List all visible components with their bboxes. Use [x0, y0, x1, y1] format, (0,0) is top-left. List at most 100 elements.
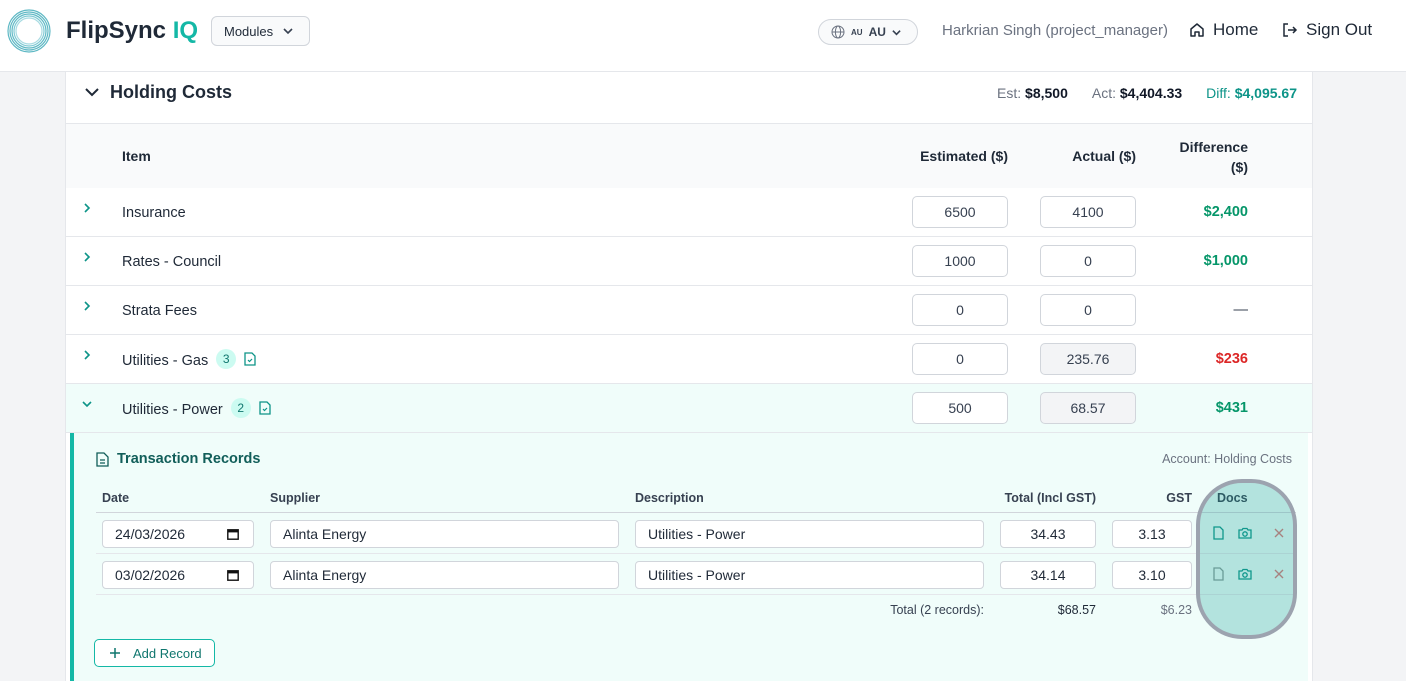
chevron-right-icon[interactable] — [81, 202, 93, 214]
record-count-badge: 3 — [216, 349, 237, 369]
transaction-table-header: Date Supplier Description Total (Incl GS… — [96, 489, 1296, 513]
totals-label: Total (2 records): — [890, 603, 984, 617]
item-label: Insurance — [122, 205, 186, 221]
file-text-icon — [96, 451, 109, 467]
totals-gst: $6.23 — [1160, 603, 1192, 617]
modules-label: Modules — [224, 23, 274, 39]
chevron-right-icon[interactable] — [81, 300, 93, 312]
description-input[interactable]: Utilities - Power — [635, 561, 984, 589]
actual-input[interactable]: 235.76 — [1040, 343, 1136, 375]
table-row[interactable]: Utilities - Power 2 500 68.57 $431 — [66, 384, 1312, 433]
calendar-icon[interactable] — [227, 528, 239, 540]
estimated-input[interactable]: 6500 — [912, 196, 1008, 228]
section-title: Holding Costs — [110, 82, 232, 102]
table-row[interactable]: Rates - Council 1000 0 $1,000 — [66, 237, 1312, 286]
chevron-down-icon[interactable] — [84, 84, 100, 100]
row-item-name: Rates - Council — [122, 254, 221, 270]
chevron-down-icon — [283, 28, 293, 35]
top-navbar: FlipSync IQ Modules AU AU Harkrian Singh… — [0, 0, 1406, 72]
summary-estimated: Est: $8,500 — [997, 85, 1068, 101]
table-row[interactable]: Strata Fees 0 0 — — [66, 286, 1312, 335]
gst-input[interactable]: 3.10 — [1112, 561, 1192, 589]
home-icon — [1190, 23, 1204, 37]
item-label: Strata Fees — [122, 303, 197, 319]
column-difference: Difference ($) — [1166, 137, 1248, 177]
chevron-down-icon[interactable] — [81, 398, 93, 410]
supplier-input[interactable]: Alinta Energy — [270, 520, 619, 548]
column-difference-line1: Difference — [1179, 139, 1248, 155]
column-total: Total (Incl GST) — [1004, 491, 1096, 505]
globe-icon — [831, 25, 845, 39]
chevron-right-icon[interactable] — [81, 349, 93, 361]
add-record-button[interactable]: Add Record — [94, 639, 215, 667]
sign-out-label: Sign Out — [1306, 20, 1373, 39]
gst-input[interactable]: 3.13 — [1112, 520, 1192, 548]
home-label: Home — [1213, 20, 1259, 39]
sign-out-link[interactable]: Sign Out — [1282, 20, 1372, 40]
item-label: Utilities - Gas — [122, 352, 209, 369]
section-summary: Est: $8,500 Act: $4,404.33 Diff: $4,095.… — [997, 85, 1297, 101]
actual-input[interactable]: 0 — [1040, 294, 1136, 326]
table-header: Item Estimated ($) Actual ($) Difference… — [66, 124, 1312, 188]
estimated-input[interactable]: 0 — [912, 294, 1008, 326]
record-count-badge: 2 — [230, 398, 251, 418]
language-flag: AU — [851, 27, 863, 37]
logo-icon[interactable] — [6, 8, 52, 54]
date-value: 03/02/2026 — [115, 567, 186, 583]
difference-value: $431 — [1215, 400, 1248, 416]
row-item-name: Utilities - Power 2 — [122, 398, 271, 418]
docs-highlight-marker — [1196, 479, 1297, 639]
document-icon[interactable] — [259, 401, 271, 415]
date-input[interactable]: 24/03/2026 — [102, 520, 254, 548]
holding-costs-card: Holding Costs Est: $8,500 Act: $4,404.33… — [65, 72, 1313, 681]
language-selector[interactable]: AU AU — [818, 19, 918, 45]
row-item-name: Utilities - Gas 3 — [122, 349, 256, 369]
total-input[interactable]: 34.43 — [1000, 520, 1096, 548]
item-label: Utilities - Power — [122, 401, 223, 418]
brand-main: FlipSync — [66, 17, 167, 44]
actual-input[interactable]: 0 — [1040, 245, 1136, 277]
column-gst: GST — [1166, 491, 1192, 505]
current-user: Harkrian Singh (project_manager) — [942, 22, 1168, 39]
date-input[interactable]: 03/02/2026 — [102, 561, 254, 589]
total-input[interactable]: 34.14 — [1000, 561, 1096, 589]
difference-value: $2,400 — [1203, 204, 1248, 220]
table-row[interactable]: Insurance 6500 4100 $2,400 — [66, 188, 1312, 237]
row-item-name: Insurance — [122, 205, 186, 221]
column-item: Item — [122, 148, 151, 164]
act-label: Act: — [1091, 85, 1116, 101]
estimated-input[interactable]: 1000 — [912, 245, 1008, 277]
column-actual: Actual ($) — [1072, 148, 1136, 164]
description-input[interactable]: Utilities - Power — [635, 520, 984, 548]
table-row[interactable]: Utilities - Gas 3 0 235.76 $236 — [66, 335, 1312, 384]
estimated-input[interactable]: 0 — [912, 343, 1008, 375]
est-label: Est: — [997, 85, 1022, 101]
estimated-input[interactable]: 500 — [912, 392, 1008, 424]
actual-input[interactable]: 4100 — [1040, 196, 1136, 228]
chevron-down-icon — [892, 29, 901, 35]
date-value: 24/03/2026 — [115, 526, 186, 542]
document-icon[interactable] — [244, 352, 256, 366]
account-label: Account: Holding Costs — [1162, 452, 1292, 466]
diff-label: Diff: — [1206, 85, 1231, 101]
add-record-label: Add Record — [133, 645, 202, 661]
summary-actual: Act: $4,404.33 — [1092, 85, 1182, 101]
difference-value: $236 — [1215, 351, 1248, 367]
modules-dropdown[interactable]: Modules — [211, 16, 310, 46]
difference-value: — — [1233, 302, 1249, 318]
transaction-title-text: Transaction Records — [117, 451, 261, 467]
chevron-right-icon[interactable] — [81, 251, 93, 263]
column-description: Description — [635, 491, 704, 505]
sign-out-icon — [1283, 23, 1298, 37]
supplier-input[interactable]: Alinta Energy — [270, 561, 619, 589]
section-header[interactable]: Holding Costs Est: $8,500 Act: $4,404.33… — [66, 72, 1312, 124]
calendar-icon[interactable] — [227, 569, 239, 581]
brand-name[interactable]: FlipSync IQ — [66, 17, 198, 45]
column-supplier: Supplier — [270, 491, 321, 505]
actual-input[interactable]: 68.57 — [1040, 392, 1136, 424]
plus-icon — [110, 648, 120, 658]
brand-accent: IQ — [172, 17, 199, 44]
home-link[interactable]: Home — [1189, 20, 1258, 40]
difference-value: $1,000 — [1203, 253, 1248, 269]
diff-value: $4,095.67 — [1234, 85, 1297, 101]
